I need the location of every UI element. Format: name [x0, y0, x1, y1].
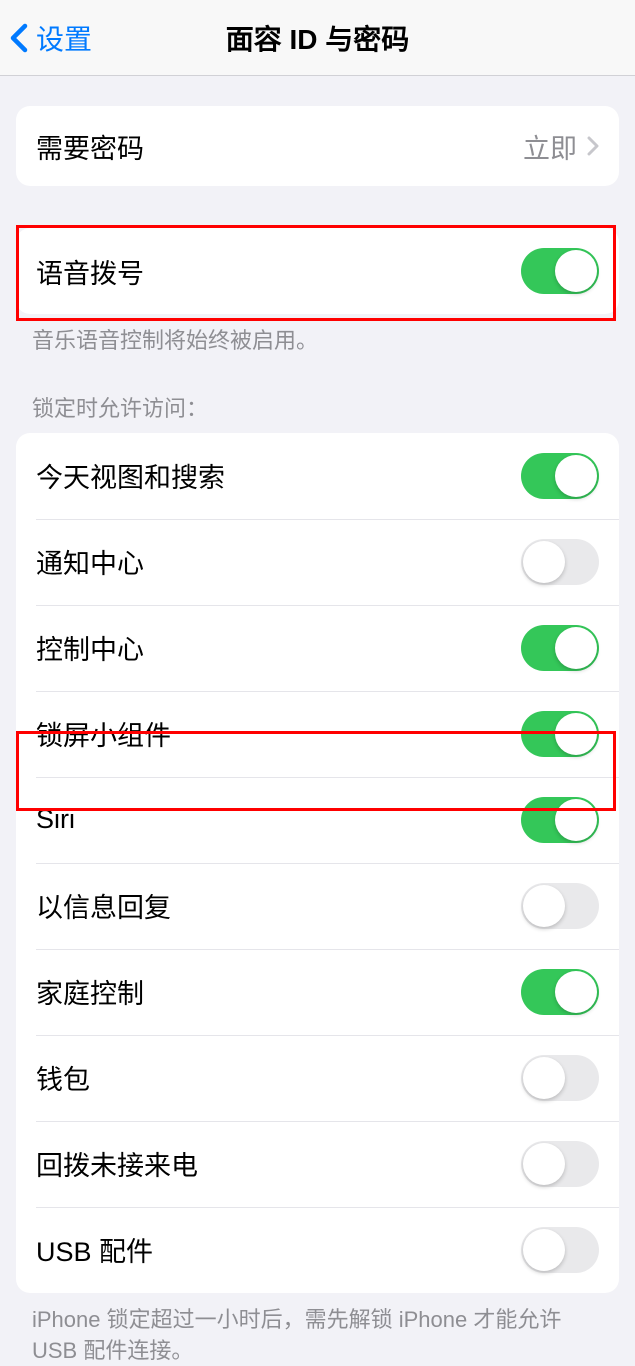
lock-screen-item-toggle[interactable] [521, 1227, 599, 1273]
lock-screen-item-toggle[interactable] [521, 453, 599, 499]
toggle-knob [555, 971, 597, 1013]
lock-screen-item-label: 今天视图和搜索 [36, 456, 225, 495]
chevron-right-icon [587, 136, 599, 156]
lock-screen-item-toggle[interactable] [521, 969, 599, 1015]
toggle-knob [555, 250, 597, 292]
row-voice-dial: 语音拨号 [16, 228, 619, 314]
lock-screen-row: 钱包 [16, 1035, 619, 1121]
lock-screen-item-toggle[interactable] [521, 711, 599, 757]
lock-screen-item-toggle[interactable] [521, 1141, 599, 1187]
lock-screen-row: 通知中心 [16, 519, 619, 605]
lock-screen-row: 控制中心 [16, 605, 619, 691]
lock-screen-row: 以信息回复 [16, 863, 619, 949]
require-passcode-value: 立即 [523, 127, 599, 166]
chevron-left-icon [10, 23, 28, 53]
lock-screen-item-toggle[interactable] [521, 1055, 599, 1101]
group-voice-dial: 语音拨号 [16, 228, 619, 314]
lock-screen-item-label: 控制中心 [36, 628, 144, 667]
voice-dial-footer: 音乐语音控制将始终被启用。 [0, 314, 635, 357]
lock-screen-section-header: 锁定时允许访问： [0, 357, 635, 433]
lock-screen-item-toggle[interactable] [521, 539, 599, 585]
content-area: 需要密码 立即 语音拨号 音乐语音控制将始终被启用。 锁定时允许访问： 今天视图… [0, 106, 635, 1366]
lock-screen-row: USB 配件 [16, 1207, 619, 1293]
back-button[interactable]: 设置 [0, 18, 92, 58]
lock-screen-item-label: 通知中心 [36, 542, 144, 581]
toggle-knob [555, 627, 597, 669]
lock-screen-item-toggle[interactable] [521, 625, 599, 671]
header-bar: 设置 面容 ID 与密码 [0, 0, 635, 76]
toggle-knob [555, 713, 597, 755]
lock-screen-row: 今天视图和搜索 [16, 433, 619, 519]
toggle-knob [523, 1057, 565, 1099]
lock-screen-item-label: 以信息回复 [36, 886, 171, 925]
lock-screen-item-toggle[interactable] [521, 797, 599, 843]
voice-dial-label: 语音拨号 [36, 252, 144, 291]
row-require-passcode[interactable]: 需要密码 立即 [16, 106, 619, 186]
toggle-knob [523, 1143, 565, 1185]
lock-screen-item-label: 家庭控制 [36, 972, 144, 1011]
group-require-passcode: 需要密码 立即 [16, 106, 619, 186]
group-lock-screen: 今天视图和搜索通知中心控制中心锁屏小组件 Siri 以信息回复家庭控制钱包回拨未接来… [16, 433, 619, 1293]
toggle-knob [555, 799, 597, 841]
toggle-knob [523, 1229, 565, 1271]
toggle-knob [523, 885, 565, 927]
toggle-knob [555, 455, 597, 497]
lock-screen-item-label: Siri [36, 804, 75, 835]
lock-screen-item-label: 锁屏小组件 [36, 714, 171, 753]
require-passcode-label: 需要密码 [36, 127, 144, 166]
lock-screen-item-toggle[interactable] [521, 883, 599, 929]
voice-dial-toggle[interactable] [521, 248, 599, 294]
lock-screen-row: 锁屏小组件 [16, 691, 619, 777]
require-passcode-value-text: 立即 [523, 127, 577, 166]
page-title: 面容 ID 与密码 [226, 18, 410, 58]
toggle-knob [523, 541, 565, 583]
lock-screen-row: Siri [16, 777, 619, 863]
lock-screen-item-label: 钱包 [36, 1058, 90, 1097]
lock-screen-item-label: 回拨未接来电 [36, 1144, 198, 1183]
lock-screen-row: 回拨未接来电 [16, 1121, 619, 1207]
lock-screen-row: 家庭控制 [16, 949, 619, 1035]
back-label: 设置 [36, 18, 92, 58]
usb-footer: iPhone 锁定超过一小时后，需先解锁 iPhone 才能允许 USB 配件连… [0, 1293, 635, 1366]
lock-screen-item-label: USB 配件 [36, 1230, 153, 1269]
